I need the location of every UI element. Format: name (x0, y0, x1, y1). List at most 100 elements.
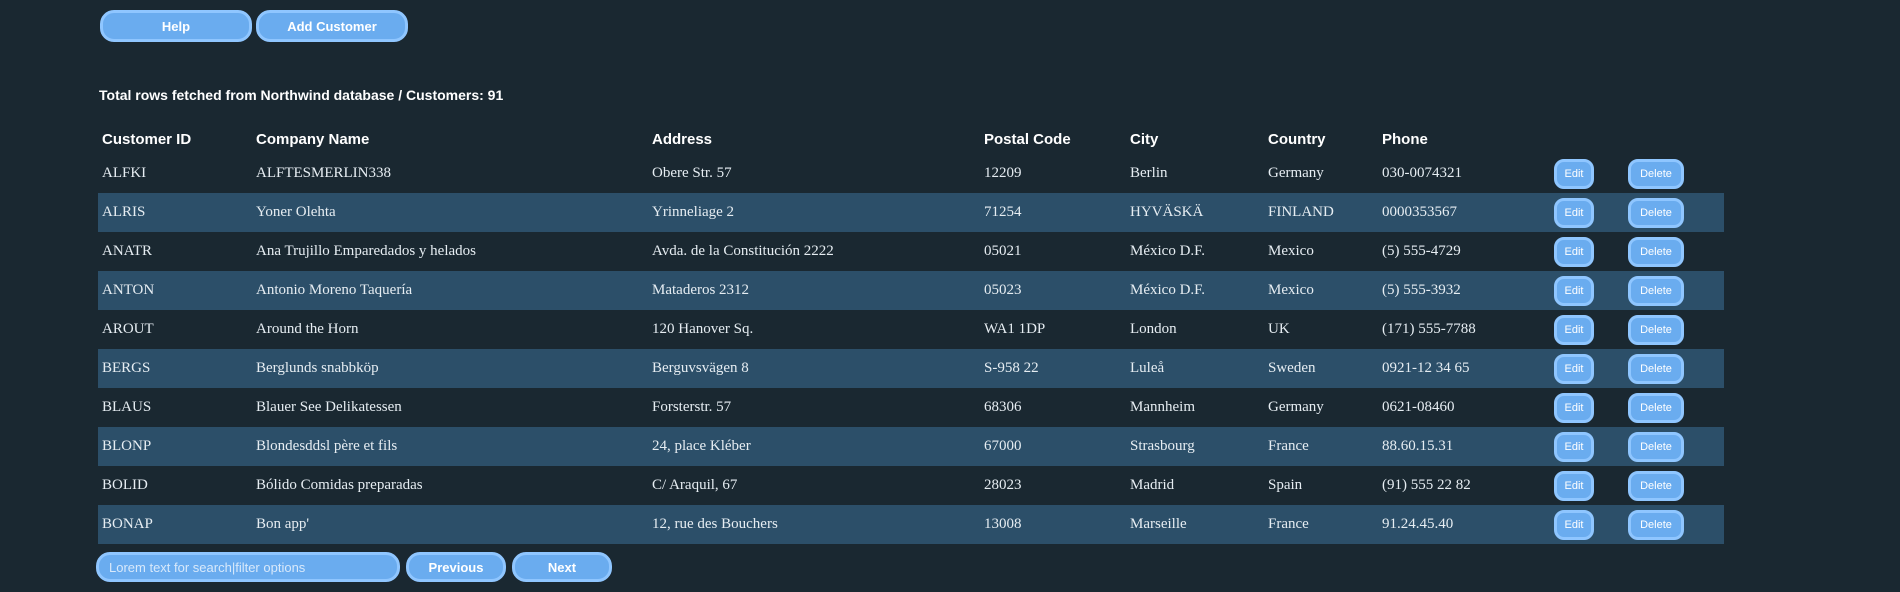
table-cell: Antonio Moreno Taquería (252, 271, 648, 310)
top-toolbar: Help Add Customer (100, 10, 408, 42)
edit-cell: Edit (1552, 310, 1626, 349)
delete-cell: Delete (1626, 388, 1724, 427)
edit-cell: Edit (1552, 505, 1626, 544)
table-cell: 68306 (984, 399, 1022, 415)
delete-cell: Delete (1626, 193, 1724, 232)
column-header: Country (1268, 130, 1326, 148)
delete-cell: Delete (1626, 271, 1724, 310)
table-row: BERGS Berglunds snabbköp Berguvsvägen 8 S-9… (98, 349, 1724, 388)
table-cell: (171) 555-7788 (1382, 321, 1476, 337)
edit-cell: Edit (1552, 193, 1626, 232)
table-cell: Madrid (1130, 477, 1175, 493)
table-cell: ANTON (98, 271, 252, 310)
table-row: BLAUS Blauer See Delikatessen Forsterstr. … (98, 388, 1724, 427)
table-cell: Around the Horn (256, 321, 359, 337)
table-cell: BLAUS (102, 399, 152, 415)
edit-button[interactable]: Edit (1554, 353, 1594, 384)
table-cell: Ana Trujillo Emparedados y helados (256, 243, 476, 259)
delete-button[interactable]: Delete (1628, 158, 1684, 189)
row-count-info: Total rows fetched from Northwind databa… (99, 87, 504, 103)
edit-button[interactable]: Edit (1554, 314, 1594, 345)
previous-button[interactable]: Previous (406, 552, 506, 582)
table-cell: Germany (1268, 165, 1324, 181)
table-body: ALFKI ALFTESMERLIN338 Obere Str. 57 12209 Be… (98, 154, 1724, 544)
table-cell: HYVÄSKÄ (1126, 193, 1264, 232)
table-cell: S-958 22 (980, 349, 1126, 388)
delete-button[interactable]: Delete (1628, 353, 1684, 384)
table-cell: Luleå (1126, 349, 1264, 388)
column-header: Postal Code (984, 130, 1071, 148)
table-cell: France (1264, 427, 1378, 466)
delete-button[interactable]: Delete (1628, 275, 1684, 306)
table-cell: Sweden (1264, 349, 1378, 388)
delete-button[interactable]: Delete (1628, 470, 1684, 501)
table-cell: Blondesddsl père et fils (252, 427, 648, 466)
delete-button[interactable]: Delete (1628, 236, 1684, 267)
table-cell: BERGS (98, 349, 252, 388)
table-cell: 28023 (984, 477, 1022, 493)
delete-cell: Delete (1626, 466, 1724, 505)
table-cell: 24, place Kléber (648, 427, 980, 466)
table-cell: Blauer See Delikatessen (256, 399, 402, 415)
edit-cell: Edit (1552, 271, 1626, 310)
edit-button[interactable]: Edit (1554, 236, 1594, 267)
edit-button[interactable]: Edit (1554, 392, 1594, 423)
table-cell: Forsterstr. 57 (652, 399, 732, 415)
help-button[interactable]: Help (100, 10, 252, 42)
table-cell: Mexico (1268, 243, 1314, 259)
table-cell: Marseille (1126, 505, 1264, 544)
delete-button[interactable]: Delete (1628, 314, 1684, 345)
delete-button[interactable]: Delete (1628, 392, 1684, 423)
delete-button[interactable]: Delete (1628, 197, 1684, 228)
table-cell: México D.F. (1130, 243, 1206, 259)
table-row: AROUT Around the Horn 120 Hanover Sq. WA1 1… (98, 310, 1724, 349)
column-header-delete (1626, 124, 1724, 154)
delete-cell: Delete (1626, 505, 1724, 544)
table-cell: AROUT (102, 321, 154, 337)
table-cell: UK (1268, 321, 1290, 337)
table-cell: (5) 555-3932 (1378, 271, 1552, 310)
table-cell: 88.60.15.31 (1378, 427, 1552, 466)
add-customer-button[interactable]: Add Customer (256, 10, 408, 42)
edit-button[interactable]: Edit (1554, 158, 1594, 189)
table-cell: (5) 555-4729 (1382, 243, 1461, 259)
edit-button[interactable]: Edit (1554, 197, 1594, 228)
column-header-edit (1552, 124, 1626, 154)
table-row: ALFKI ALFTESMERLIN338 Obere Str. 57 12209 Be… (98, 154, 1724, 193)
table-cell: Obere Str. 57 (652, 165, 732, 181)
next-button[interactable]: Next (512, 552, 612, 582)
table-cell: Bólido Comidas preparadas (256, 477, 423, 493)
table-cell: Mannheim (1130, 399, 1195, 415)
edit-button[interactable]: Edit (1554, 470, 1594, 501)
edit-button[interactable]: Edit (1554, 509, 1594, 540)
table-cell: C/ Araquil, 67 (652, 477, 738, 493)
table-cell: Yrinneliage 2 (648, 193, 980, 232)
column-header: Customer ID (102, 130, 192, 148)
table-row: ALRIS Yoner Olehta Yrinneliage 2 71254 HYVÄS… (98, 193, 1724, 232)
delete-cell: Delete (1626, 310, 1724, 349)
delete-button[interactable]: Delete (1628, 509, 1684, 540)
table-cell: France (1264, 505, 1378, 544)
table-cell: ALFTESMERLIN338 (256, 165, 391, 181)
edit-cell: Edit (1552, 388, 1626, 427)
search-input[interactable] (96, 552, 400, 582)
table-cell: BONAP (98, 505, 252, 544)
table-cell: 12, rue des Bouchers (648, 505, 980, 544)
table-cell: BLONP (98, 427, 252, 466)
table-cell: 030-0074321 (1382, 165, 1462, 181)
edit-button[interactable]: Edit (1554, 275, 1594, 306)
delete-cell: Delete (1626, 154, 1724, 193)
delete-button[interactable]: Delete (1628, 431, 1684, 462)
delete-cell: Delete (1626, 349, 1724, 388)
table-row: BONAP Bon app' 12, rue des Bouchers 13008 Ma… (98, 505, 1724, 544)
table-cell: Berlin (1130, 165, 1168, 181)
edit-button[interactable]: Edit (1554, 431, 1594, 462)
table-cell: 05023 (980, 271, 1126, 310)
table-cell: Avda. de la Constitución 2222 (652, 243, 834, 259)
table-cell: 120 Hanover Sq. (652, 321, 754, 337)
table-cell: Strasbourg (1126, 427, 1264, 466)
table-cell: Germany (1268, 399, 1324, 415)
edit-cell: Edit (1552, 154, 1626, 193)
table-cell: 05021 (984, 243, 1022, 259)
table-cell: (91) 555 22 82 (1382, 477, 1471, 493)
